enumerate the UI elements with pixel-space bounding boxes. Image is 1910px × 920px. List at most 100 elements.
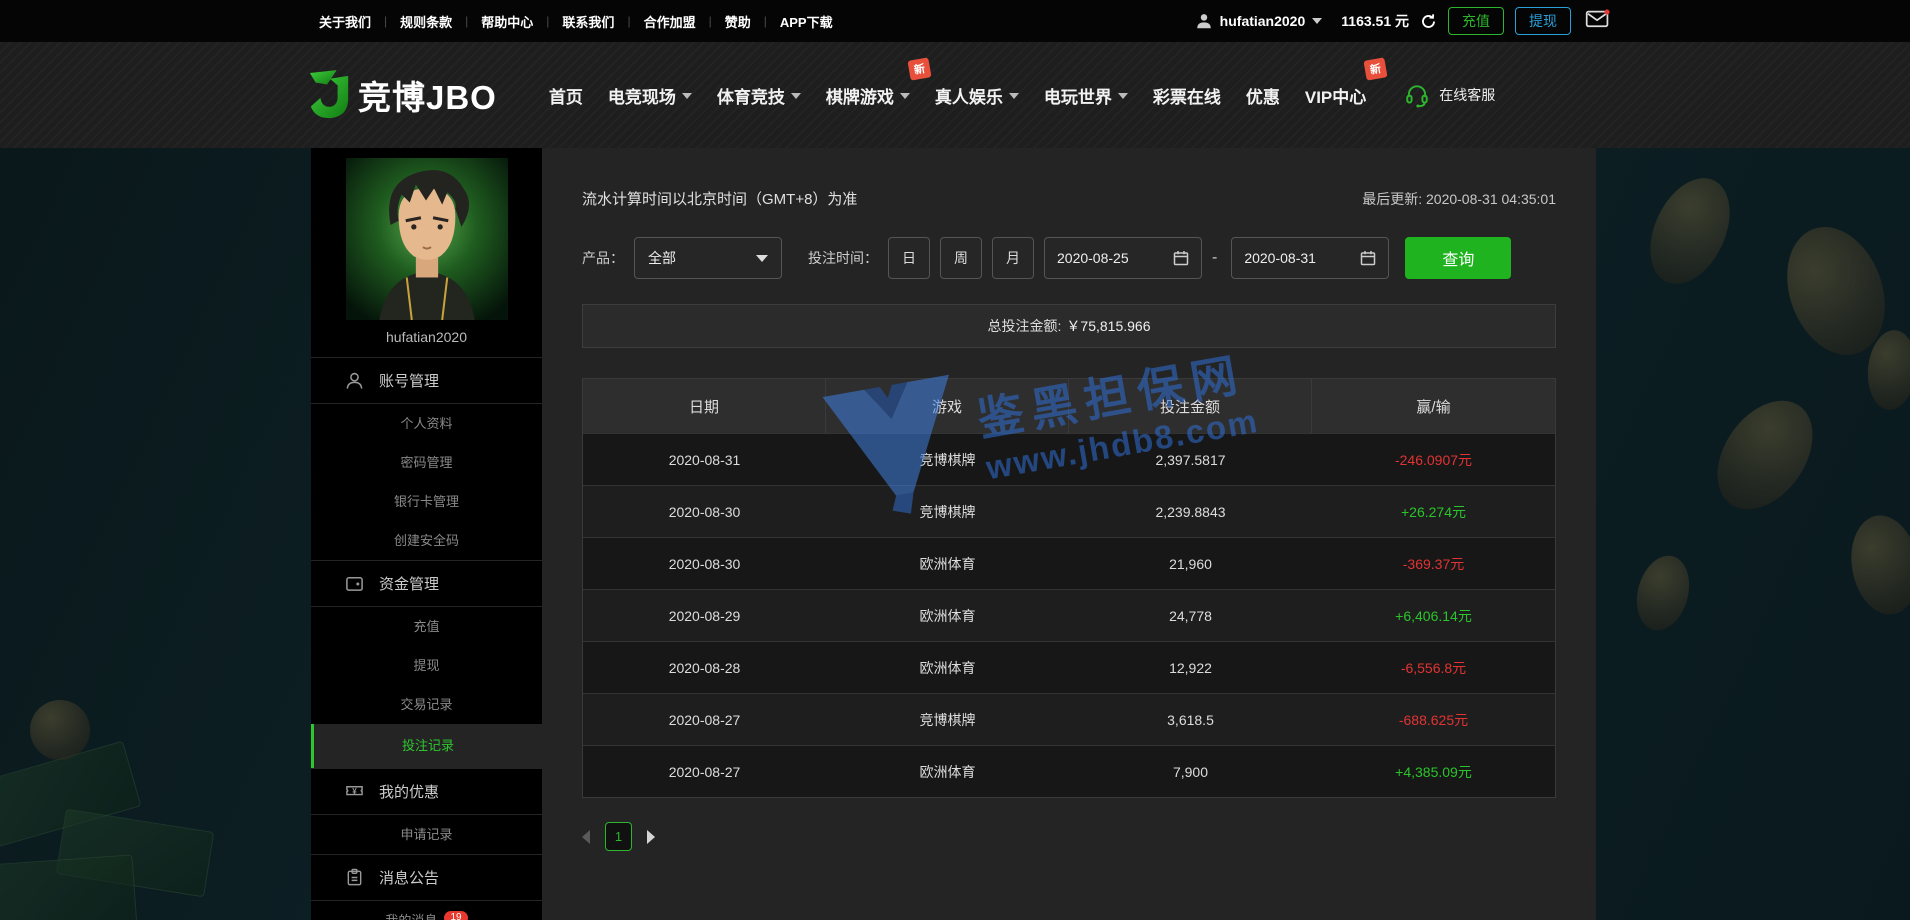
nav-esports-live[interactable]: 电竞现场 bbox=[608, 83, 692, 108]
section-title: 账号管理 bbox=[379, 370, 439, 391]
cell-amount: 7,900 bbox=[1069, 746, 1312, 797]
cell-date: 2020-08-27 bbox=[583, 694, 826, 745]
chevron-down-icon bbox=[791, 93, 801, 99]
nav-items: 首页 电竞现场 体育竞技 棋牌游戏 新 真人娱乐 电玩世界 bbox=[549, 83, 1366, 108]
avatar bbox=[311, 148, 542, 320]
cell-amount: 2,239.8843 bbox=[1069, 486, 1312, 537]
cell-result: +6,406.14元 bbox=[1312, 590, 1555, 641]
period-day-button[interactable]: 日 bbox=[888, 237, 930, 279]
link-rules[interactable]: 规则条款 bbox=[387, 12, 465, 31]
cell-game: 欧洲体育 bbox=[826, 590, 1069, 641]
nav-live-casino[interactable]: 真人娱乐 bbox=[935, 83, 1019, 108]
bet-records-table: 日期 游戏 投注金额 赢/输 2020-08-31 竞博棋牌 2,397.581… bbox=[582, 378, 1556, 798]
product-label: 产品： bbox=[582, 248, 624, 268]
link-affiliate[interactable]: 合作加盟 bbox=[631, 12, 709, 31]
mail-button[interactable] bbox=[1585, 9, 1610, 33]
period-month-button[interactable]: 月 bbox=[992, 237, 1034, 279]
user-menu[interactable]: hufatian2020 bbox=[1195, 12, 1323, 30]
chevron-down-icon bbox=[1009, 93, 1019, 99]
clipboard-icon bbox=[345, 868, 364, 887]
nav-arcade[interactable]: 电玩世界 bbox=[1044, 83, 1128, 108]
coin-decoration bbox=[1844, 510, 1910, 620]
nav-label: 电玩世界 bbox=[1044, 83, 1112, 108]
cell-amount: 21,960 bbox=[1069, 538, 1312, 589]
table-body: 2020-08-31 竞博棋牌 2,397.5817 -246.0907元 20… bbox=[583, 433, 1555, 797]
link-sponsor[interactable]: 赞助 bbox=[712, 12, 764, 31]
sidebar-item-transactions[interactable]: 交易记录 bbox=[311, 685, 542, 724]
chevron-down-icon bbox=[756, 255, 768, 262]
table-row: 2020-08-27 竞博棋牌 3,618.5 -688.625元 bbox=[583, 693, 1555, 745]
cell-result: -246.0907元 bbox=[1312, 434, 1555, 485]
date-to-value: 2020-08-31 bbox=[1244, 250, 1316, 266]
calendar-icon bbox=[1360, 250, 1376, 266]
sidebar-item-deposit[interactable]: 充值 bbox=[311, 607, 542, 646]
svg-text:¥: ¥ bbox=[352, 787, 357, 796]
coin-decoration bbox=[1629, 550, 1697, 636]
sidebar-section-account[interactable]: 账号管理 bbox=[311, 357, 542, 404]
header-date: 日期 bbox=[583, 379, 826, 433]
section-title: 消息公告 bbox=[379, 867, 439, 888]
cell-date: 2020-08-30 bbox=[583, 486, 826, 537]
link-about[interactable]: 关于我们 bbox=[306, 12, 384, 31]
calendar-icon bbox=[1173, 250, 1189, 266]
sidebar-section-messages[interactable]: 消息公告 bbox=[311, 854, 542, 901]
nav-label: 彩票在线 bbox=[1153, 83, 1221, 108]
refresh-icon[interactable] bbox=[1420, 13, 1437, 30]
link-help[interactable]: 帮助中心 bbox=[468, 12, 546, 31]
logo[interactable]: 竞博JBO bbox=[306, 70, 497, 120]
nav-sports[interactable]: 体育竞技 bbox=[717, 83, 801, 108]
sidebar-item-withdraw[interactable]: 提现 bbox=[311, 646, 542, 685]
sidebar-item-applications[interactable]: 申请记录 bbox=[311, 815, 542, 854]
date-to-input[interactable]: 2020-08-31 bbox=[1231, 237, 1389, 279]
nav-card-games[interactable]: 棋牌游戏 新 bbox=[826, 83, 910, 108]
search-button[interactable]: 查询 bbox=[1405, 237, 1511, 279]
cell-result: -369.37元 bbox=[1312, 538, 1555, 589]
logo-icon bbox=[306, 70, 352, 120]
main-nav: 竞博JBO 首页 电竞现场 体育竞技 棋牌游戏 新 真人娱乐 bbox=[0, 42, 1910, 148]
chevron-down-icon bbox=[900, 93, 910, 99]
product-select[interactable]: 全部 bbox=[634, 237, 782, 279]
next-page-button[interactable] bbox=[647, 830, 655, 844]
section-title: 我的优惠 bbox=[379, 781, 439, 802]
sidebar-item-my-messages[interactable]: 我的消息19 bbox=[311, 901, 542, 920]
content-header: 流水计算时间以北京时间（GMT+8）为准 最后更新: 2020-08-31 04… bbox=[582, 148, 1556, 209]
nav-label: 棋牌游戏 bbox=[826, 83, 894, 108]
withdraw-button[interactable]: 提现 bbox=[1515, 7, 1571, 35]
online-service-button[interactable]: 在线客服 bbox=[1404, 82, 1495, 108]
table-header: 日期 游戏 投注金额 赢/输 bbox=[583, 379, 1555, 433]
previous-page-button[interactable] bbox=[582, 830, 590, 844]
link-app-download[interactable]: APP下载 bbox=[767, 12, 846, 31]
sidebar-section-promotions[interactable]: ¥ 我的优惠 bbox=[311, 768, 542, 815]
sidebar-item-bet-records[interactable]: 投注记录 bbox=[311, 724, 542, 768]
sidebar-item-security-code[interactable]: 创建安全码 bbox=[311, 521, 542, 560]
bet-time-label: 投注时间： bbox=[808, 248, 878, 268]
period-week-button[interactable]: 周 bbox=[940, 237, 982, 279]
section-title: 资金管理 bbox=[379, 573, 439, 594]
username: hufatian2020 bbox=[1220, 13, 1306, 29]
date-from-input[interactable]: 2020-08-25 bbox=[1044, 237, 1202, 279]
link-contact[interactable]: 联系我们 bbox=[549, 12, 627, 31]
table-row: 2020-08-27 欧洲体育 7,900 +4,385.09元 bbox=[583, 745, 1555, 797]
cell-result: -6,556.8元 bbox=[1312, 642, 1555, 693]
nav-lottery[interactable]: 彩票在线 bbox=[1153, 83, 1221, 108]
sidebar-item-password[interactable]: 密码管理 bbox=[311, 443, 542, 482]
table-row: 2020-08-31 竞博棋牌 2,397.5817 -246.0907元 bbox=[583, 433, 1555, 485]
page-number-button[interactable]: 1 bbox=[605, 822, 632, 851]
nav-promotions[interactable]: 优惠 bbox=[1246, 83, 1280, 108]
sidebar-item-profile[interactable]: 个人资料 bbox=[311, 404, 542, 443]
date-range-separator: - bbox=[1212, 249, 1217, 267]
summary-label: 总投注金额: bbox=[988, 316, 1062, 336]
nav-vip-center[interactable]: VIP中心 新 bbox=[1305, 83, 1366, 108]
nav-home[interactable]: 首页 bbox=[549, 83, 583, 108]
deposit-button[interactable]: 充值 bbox=[1448, 7, 1504, 35]
header-game: 游戏 bbox=[826, 379, 1069, 433]
top-bar: 关于我们 | 规则条款 | 帮助中心 | 联系我们 | 合作加盟 | 赞助 | … bbox=[0, 0, 1910, 42]
avatar-image bbox=[346, 158, 508, 320]
cell-date: 2020-08-30 bbox=[583, 538, 826, 589]
nav-label: 体育竞技 bbox=[717, 83, 785, 108]
sidebar-section-funds[interactable]: 资金管理 bbox=[311, 560, 542, 607]
sidebar-item-bank-card[interactable]: 银行卡管理 bbox=[311, 482, 542, 521]
summary-value: ￥75,815.966 bbox=[1066, 316, 1150, 336]
coin-decoration bbox=[1698, 383, 1832, 527]
date-from-value: 2020-08-25 bbox=[1057, 250, 1129, 266]
